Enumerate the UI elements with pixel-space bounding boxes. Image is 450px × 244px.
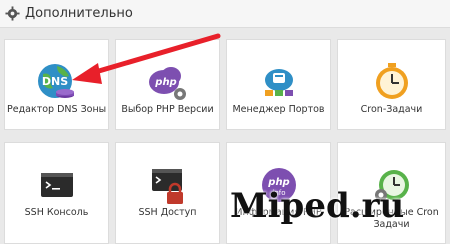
card-ssh-console[interactable]: SSH Консоль xyxy=(4,142,109,244)
card-label: SSH Консоль xyxy=(24,207,89,218)
php-cloud-icon: php xyxy=(148,67,186,100)
terminal-lock-icon xyxy=(151,169,183,204)
card-label: Менеджер Портов xyxy=(232,104,325,115)
card-port-manager[interactable]: Менеджер Портов xyxy=(226,39,331,130)
card-dns-zone-editor[interactable]: DNS Редактор DNS Зоны xyxy=(4,39,109,130)
card-ssh-access[interactable]: SSH Доступ xyxy=(115,142,220,244)
card-php-version[interactable]: php Выбор PHP Версии xyxy=(115,39,220,130)
card-label: Выбор PHP Версии xyxy=(121,104,214,115)
card-cron-jobs[interactable]: Cron-Задачи xyxy=(337,39,446,130)
watermark: Miped.ru xyxy=(230,186,405,226)
cron-clock-icon xyxy=(375,63,408,99)
dns-globe-icon: DNS xyxy=(37,64,74,98)
gear-icon xyxy=(5,6,20,21)
card-label: Cron-Задачи xyxy=(360,104,423,115)
svg-text:DNS: DNS xyxy=(41,75,67,88)
port-manager-icon xyxy=(264,69,293,96)
section-header: Дополнительно xyxy=(0,0,450,28)
svg-text:php: php xyxy=(154,77,176,88)
terminal-icon xyxy=(40,173,73,197)
card-label: Редактор DNS Зоны xyxy=(7,104,106,115)
card-label: SSH Доступ xyxy=(138,207,197,218)
section-title: Дополнительно xyxy=(25,6,133,21)
